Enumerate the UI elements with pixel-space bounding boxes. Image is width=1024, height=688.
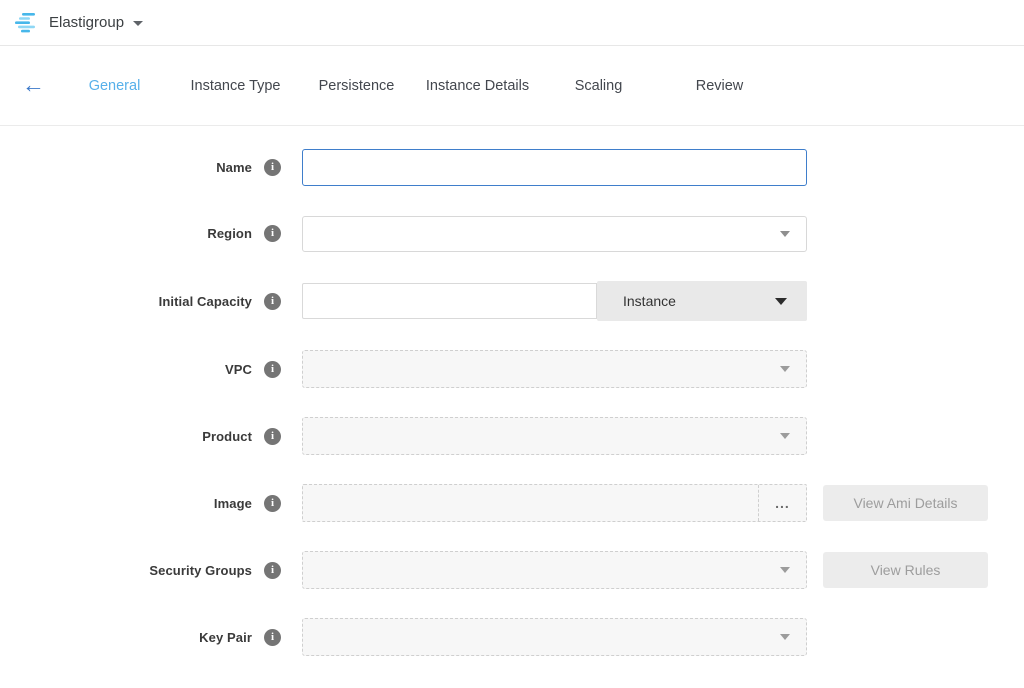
app-title-caret-down-icon[interactable]	[133, 21, 143, 26]
image-value	[303, 485, 758, 521]
key-pair-caret-down-icon	[780, 634, 790, 640]
wizard-tabs: General Instance Type Persistence Instan…	[54, 78, 780, 94]
row-image: Image i ... View Ami Details	[0, 484, 1024, 522]
image-info-icon[interactable]: i	[264, 495, 281, 512]
row-name: Name i	[0, 149, 1024, 186]
row-region: Region i	[0, 215, 1024, 252]
product-label: Product	[0, 429, 252, 444]
row-key-pair: Key Pair i	[0, 618, 1024, 656]
app-title: Elastigroup	[49, 14, 124, 31]
vpc-label: VPC	[0, 362, 252, 377]
region-caret-down-icon	[780, 231, 790, 237]
security-groups-caret-down-icon	[780, 567, 790, 573]
image-browse-ellipsis-button[interactable]: ...	[758, 485, 806, 521]
security-groups-label: Security Groups	[0, 563, 252, 578]
wizard-tab-bar: ← General Instance Type Persistence Inst…	[0, 46, 1024, 126]
capacity-unit-value: Instance	[623, 293, 676, 309]
region-info-icon[interactable]: i	[264, 225, 281, 242]
view-rules-button[interactable]: View Rules	[823, 552, 988, 588]
vpc-select[interactable]	[302, 350, 807, 388]
tab-instance-type[interactable]: Instance Type	[175, 78, 296, 94]
back-arrow-icon[interactable]: ←	[22, 73, 45, 96]
security-groups-info-icon[interactable]: i	[264, 562, 281, 579]
initial-capacity-label: Initial Capacity	[0, 294, 252, 309]
tab-general[interactable]: General	[54, 78, 175, 94]
row-security-groups: Security Groups i View Rules	[0, 551, 1024, 589]
product-info-icon[interactable]: i	[264, 428, 281, 445]
security-groups-select[interactable]	[302, 551, 807, 589]
vpc-caret-down-icon	[780, 366, 790, 372]
name-input[interactable]	[302, 149, 807, 186]
region-label: Region	[0, 226, 252, 241]
key-pair-label: Key Pair	[0, 630, 252, 645]
name-info-icon[interactable]: i	[264, 159, 281, 176]
tab-scaling[interactable]: Scaling	[538, 78, 659, 94]
tab-instance-details[interactable]: Instance Details	[417, 78, 538, 94]
vpc-info-icon[interactable]: i	[264, 361, 281, 378]
row-initial-capacity: Initial Capacity i Instance	[0, 281, 1024, 321]
row-vpc: VPC i	[0, 350, 1024, 388]
view-ami-details-button[interactable]: View Ami Details	[823, 485, 988, 521]
tab-review[interactable]: Review	[659, 78, 780, 94]
key-pair-select[interactable]	[302, 618, 807, 656]
initial-capacity-info-icon[interactable]: i	[264, 293, 281, 310]
capacity-unit-caret-down-icon	[775, 298, 787, 305]
general-form: Name i Region i Initial Capacity i Insta…	[0, 126, 1024, 656]
product-select[interactable]	[302, 417, 807, 455]
name-label: Name	[0, 160, 252, 175]
elastigroup-logo-icon	[14, 11, 40, 35]
key-pair-info-icon[interactable]: i	[264, 629, 281, 646]
row-product: Product i	[0, 417, 1024, 455]
initial-capacity-input[interactable]	[302, 283, 597, 319]
tab-persistence[interactable]: Persistence	[296, 78, 417, 94]
product-caret-down-icon	[780, 433, 790, 439]
app-bar: Elastigroup	[0, 0, 1024, 46]
image-label: Image	[0, 496, 252, 511]
region-select[interactable]	[302, 216, 807, 252]
image-input[interactable]: ...	[302, 484, 807, 522]
capacity-unit-select[interactable]: Instance	[597, 281, 807, 321]
